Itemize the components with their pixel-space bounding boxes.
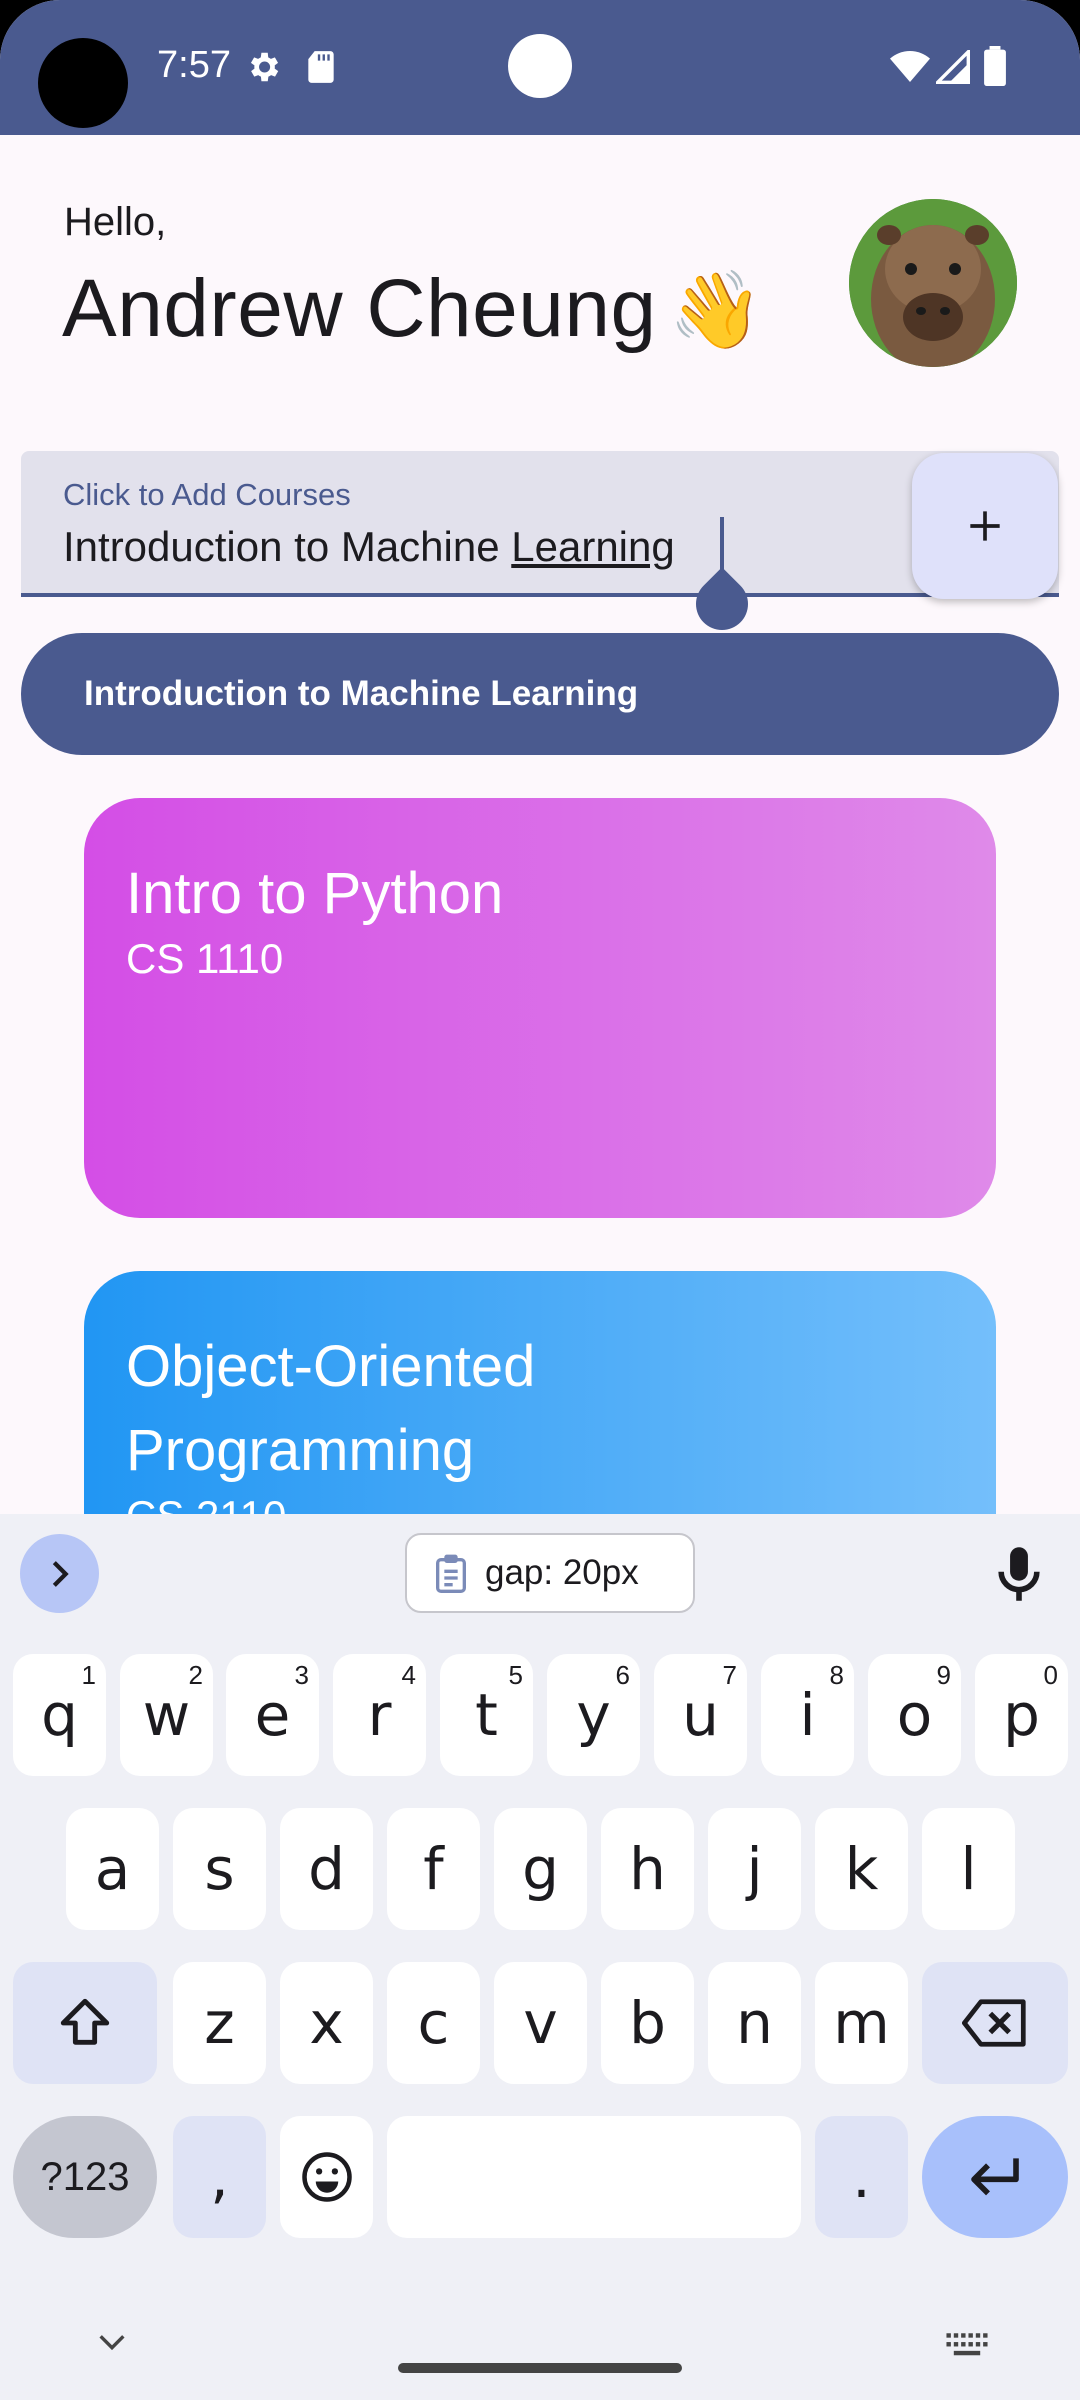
key-x[interactable]: x <box>280 1962 373 2084</box>
microphone-icon[interactable] <box>996 1545 1042 1603</box>
course-suggestion[interactable]: Introduction to Machine Learning <box>21 633 1059 755</box>
backspace-key[interactable] <box>922 1962 1068 2084</box>
key-g[interactable]: g <box>494 1808 587 1930</box>
user-name: Andrew Cheung <box>62 263 657 354</box>
key-q[interactable]: q1 <box>13 1654 106 1776</box>
key-a[interactable]: a <box>66 1808 159 1930</box>
center-indicator <box>508 34 572 98</box>
key-z[interactable]: z <box>173 1962 266 2084</box>
space-bar[interactable] <box>387 2116 801 2238</box>
key-e[interactable]: e3 <box>226 1654 319 1776</box>
course-code: CS 1110 <box>126 935 284 982</box>
key-i[interactable]: i8 <box>761 1654 854 1776</box>
clipboard-suggestion-chip[interactable]: gap: 20px <box>405 1533 695 1613</box>
keyboard-switch-icon[interactable] <box>945 2330 989 2360</box>
symbols-key[interactable]: ?123 <box>13 2116 157 2238</box>
course-card[interactable]: Intro to Python CS 1110 <box>84 798 996 1218</box>
key-t[interactable]: t5 <box>440 1654 533 1776</box>
status-bar: 7:57 <box>0 0 1080 135</box>
app-screen: 7:57 Hello, Andrew Cheung 👋 Click to Add… <box>0 0 1080 2400</box>
enter-icon <box>971 2158 1019 2196</box>
keyboard-toolbar-expand-button[interactable] <box>20 1534 99 1613</box>
course-title: Object-Oriented Programming <box>126 1334 536 1483</box>
enter-key[interactable] <box>922 2116 1068 2238</box>
gesture-home-bar[interactable] <box>398 2363 682 2373</box>
key-s[interactable]: s <box>173 1808 266 1930</box>
key-o[interactable]: o9 <box>868 1654 961 1776</box>
shift-icon <box>60 1998 110 2045</box>
key-m[interactable]: m <box>815 1962 908 2084</box>
sd-card-icon <box>308 51 334 83</box>
key-d[interactable]: d <box>280 1808 373 1930</box>
hide-keyboard-icon[interactable] <box>95 2330 129 2354</box>
wifi-icon <box>890 51 930 82</box>
clipboard-chip-text: gap: 20px <box>485 1553 639 1592</box>
key-c[interactable]: c <box>387 1962 480 2084</box>
key-p[interactable]: p0 <box>975 1654 1068 1776</box>
waving-hand-emoji: 👋 <box>668 265 764 354</box>
emoji-key[interactable] <box>280 2116 373 2238</box>
backspace-icon <box>962 1999 1026 2047</box>
add-course-input[interactable]: Introduction to Machine Learning <box>63 523 675 571</box>
key-v[interactable]: v <box>494 1962 587 2084</box>
add-course-field[interactable]: Click to Add Courses Introduction to Mac… <box>21 451 1059 597</box>
key-y[interactable]: y6 <box>547 1654 640 1776</box>
input-text-composing: Learning <box>511 523 675 570</box>
comma-key[interactable]: , <box>173 2116 266 2238</box>
input-text-prefix: Introduction to Machine <box>63 523 512 570</box>
key-r[interactable]: r4 <box>333 1654 426 1776</box>
chevron-right-icon <box>52 1560 69 1587</box>
key-j[interactable]: j <box>708 1808 801 1930</box>
camera-cutout <box>38 38 128 128</box>
soft-keyboard: gap: 20px q1 w2 e3 r4 t5 y6 u7 i8 o9 p0 … <box>0 1514 1080 2400</box>
text-cursor <box>720 517 724 571</box>
key-h[interactable]: h <box>601 1808 694 1930</box>
add-course-button[interactable] <box>912 453 1058 599</box>
battery-icon <box>984 46 1006 86</box>
shift-key[interactable] <box>13 1962 157 2084</box>
course-title: Intro to Python <box>126 861 504 926</box>
clipboard-icon <box>436 1554 466 1593</box>
key-w[interactable]: w2 <box>120 1654 213 1776</box>
key-k[interactable]: k <box>815 1808 908 1930</box>
add-course-field-label: Click to Add Courses <box>63 477 351 512</box>
status-time: 7:57 <box>157 44 231 86</box>
greeting-hello: Hello, <box>64 200 167 244</box>
avatar[interactable] <box>849 199 1017 367</box>
key-l[interactable]: l <box>922 1808 1015 1930</box>
key-u[interactable]: u7 <box>654 1654 747 1776</box>
period-key[interactable]: . <box>815 2116 908 2238</box>
signal-icon <box>936 50 970 84</box>
key-f[interactable]: f <box>387 1808 480 1930</box>
key-n[interactable]: n <box>708 1962 801 2084</box>
capybara-photo <box>849 199 1017 367</box>
plus-icon <box>970 511 1000 541</box>
key-b[interactable]: b <box>601 1962 694 2084</box>
smiley-icon <box>301 2152 352 2202</box>
user-name-heading: Andrew Cheung 👋 <box>62 262 764 356</box>
settings-icon <box>250 52 279 82</box>
